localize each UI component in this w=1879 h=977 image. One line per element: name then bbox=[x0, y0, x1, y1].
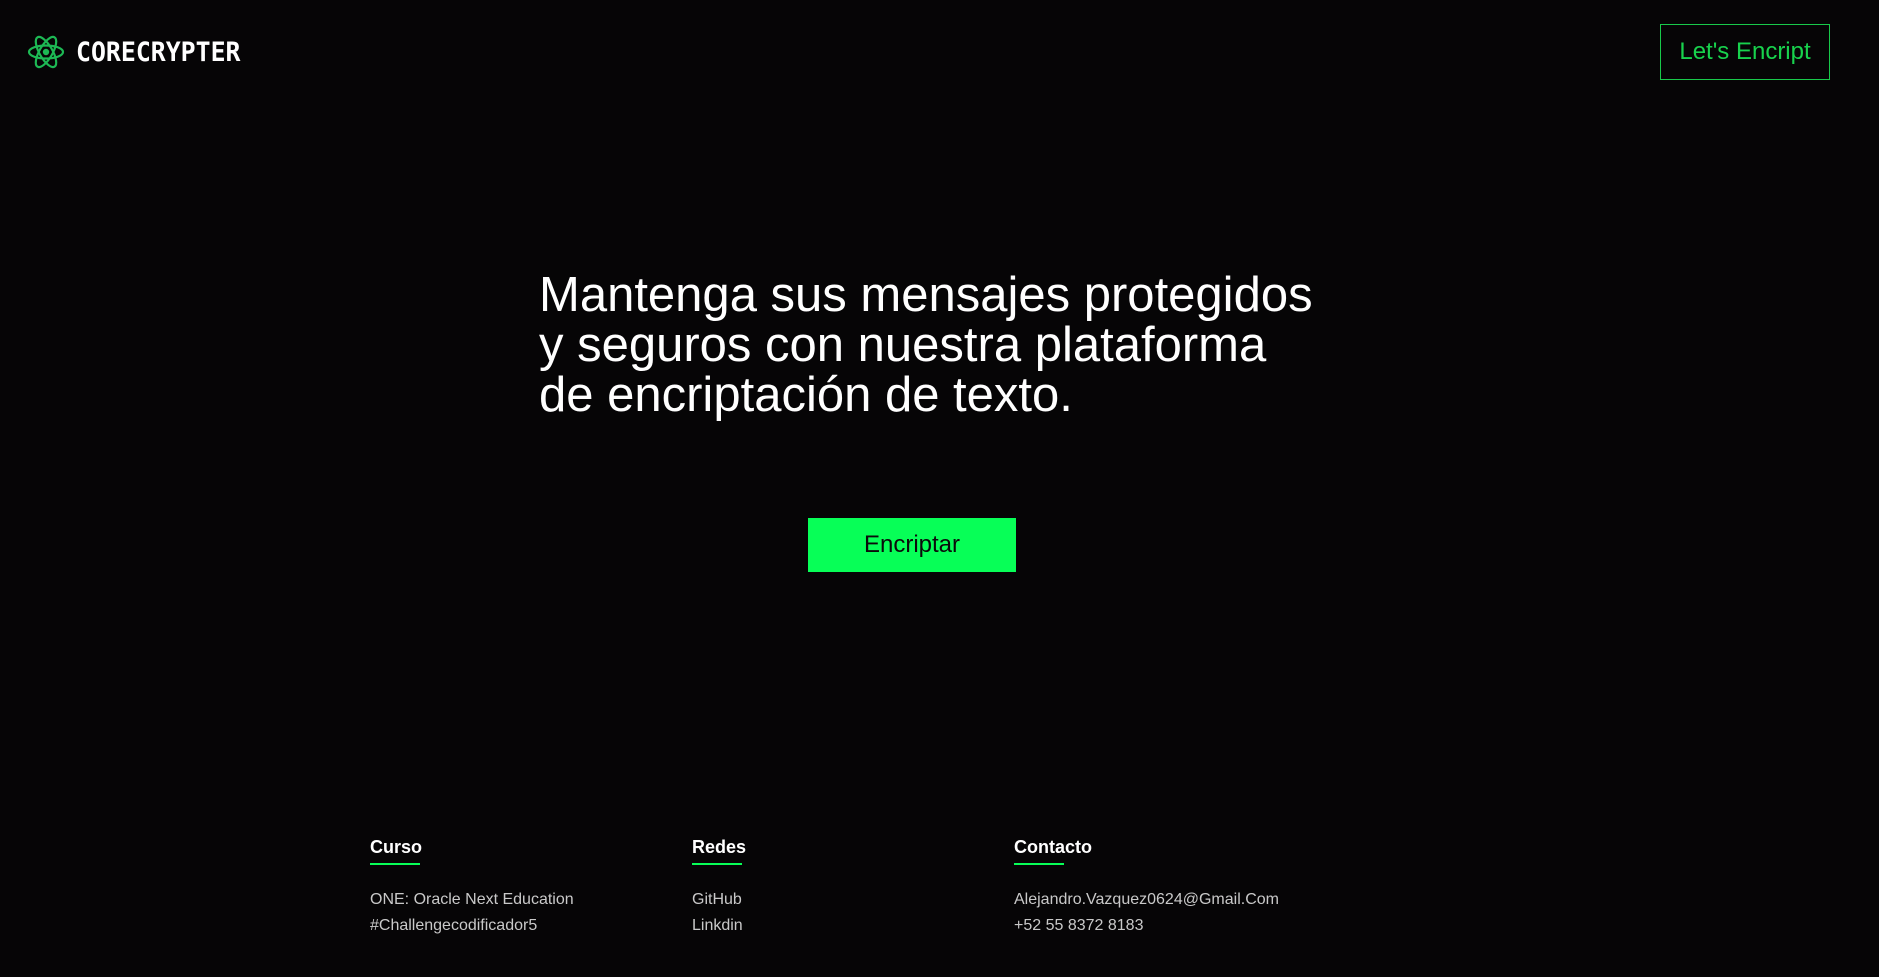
brand-name: CORECRYPTER bbox=[76, 36, 241, 68]
footer-item-github: GitHub bbox=[692, 887, 746, 913]
footer-list-contacto: Alejandro.Vazquez0624@Gmail.Com +52 55 8… bbox=[1014, 887, 1279, 939]
footer-heading-curso: Curso bbox=[370, 837, 423, 857]
brand-logo-link[interactable]: CORECRYPTER bbox=[26, 30, 255, 74]
footer-item-linkedin: Linkdin bbox=[692, 913, 746, 939]
hero-title: Mantenga sus mensajes protegidos y segur… bbox=[539, 270, 1399, 420]
email-link[interactable]: Alejandro.Vazquez0624@Gmail.Com bbox=[1014, 891, 1279, 908]
hero-title-line: y seguros con nuestra plataforma bbox=[539, 318, 1267, 372]
page: CORECRYPTER Let's Encript Mantenga sus m… bbox=[0, 0, 1879, 977]
linkedin-link[interactable]: Linkdin bbox=[692, 917, 743, 934]
hero-title-line: de encriptación de texto. bbox=[539, 368, 1073, 422]
footer-column-curso: Curso ONE: Oracle Next Education #Challe… bbox=[370, 836, 574, 939]
heading-underline bbox=[370, 863, 420, 865]
heading-underline bbox=[1014, 863, 1064, 865]
github-link[interactable]: GitHub bbox=[692, 891, 742, 908]
footer-item-challenge: #Challengecodificador5 bbox=[370, 917, 538, 934]
hero-title-line: Mantenga sus mensajes protegidos bbox=[539, 268, 1313, 322]
footer-heading-redes: Redes bbox=[692, 837, 747, 857]
atom-icon bbox=[27, 35, 65, 69]
footer-heading-contacto: Contacto bbox=[1014, 837, 1092, 857]
lets-encript-button[interactable]: Let's Encript bbox=[1660, 24, 1830, 80]
footer-column-redes: Redes GitHub Linkdin bbox=[692, 836, 746, 939]
footer-list-curso: ONE: Oracle Next Education #Challengecod… bbox=[370, 887, 574, 939]
footer-item-email: Alejandro.Vazquez0624@Gmail.Com bbox=[1014, 887, 1279, 913]
heading-underline bbox=[692, 863, 742, 865]
encriptar-button[interactable]: Encriptar bbox=[808, 518, 1016, 572]
footer-column-contacto: Contacto Alejandro.Vazquez0624@Gmail.Com… bbox=[1014, 836, 1279, 939]
footer-item-phone: +52 55 8372 8183 bbox=[1014, 917, 1144, 934]
footer-list-redes: GitHub Linkdin bbox=[692, 887, 746, 939]
footer-item-course: ONE: Oracle Next Education bbox=[370, 891, 574, 908]
